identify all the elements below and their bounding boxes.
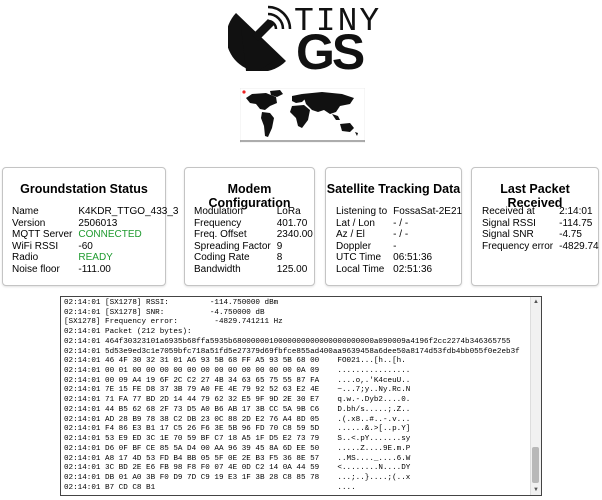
row-label: Lat / Lon (336, 217, 375, 229)
row-label: Name (12, 206, 39, 217)
row-value: 2506013 (78, 217, 118, 229)
row-label: Modulation (194, 206, 243, 217)
row-label: Coding Rate (194, 252, 250, 264)
row-label: MQTT Server (12, 229, 73, 241)
row-label: WiFi RSSI (12, 240, 59, 252)
row-value: FossaSat-2E21 (393, 206, 463, 217)
row-label: Az / El (336, 229, 365, 241)
row-value: -114.75 (559, 217, 593, 229)
modem-table: Modulation LoRa Frequency 401.70 Freq. Off… (194, 206, 313, 276)
row-label: Bandwidth (194, 263, 241, 275)
row-value: 06:51:36 (393, 252, 433, 264)
last-packet-card: Last Packet Received Received at 2:14:01 … (471, 167, 599, 286)
scroll-up-arrow-icon[interactable]: ▲ (531, 297, 541, 307)
row-value: -4829.74 (559, 240, 599, 252)
row-label: Freq. Offset (194, 229, 247, 241)
logo-word-gs: GS (296, 24, 365, 80)
row-label: Local Time (336, 263, 385, 275)
row-value: 9 (276, 240, 283, 252)
row-value: 401.70 (276, 217, 308, 229)
packet-table: Received at 2:14:01 Signal RSSI -114.75 Si… (482, 206, 599, 252)
row-value: 125.00 (276, 263, 308, 275)
row-value: -4.75 (559, 229, 582, 241)
row-value: -60 (78, 240, 93, 252)
satellite-dish-icon (228, 5, 292, 71)
row-value: - (393, 240, 397, 252)
row-label: Doppler (336, 240, 372, 252)
mqtt-status-value: CONNECTED (78, 229, 142, 241)
card-title: Satellite Tracking Data (326, 182, 461, 196)
groundstation-status-card: Groundstation Status Name K4KDR_TTGO_433_… (2, 167, 178, 286)
row-value: - / - (393, 229, 409, 241)
tinygs-logo: TINY GS (228, 3, 379, 77)
console-output[interactable]: 02:14:01 [SX1278] RSSI: -114.750000 dBm … (61, 297, 541, 495)
radio-status-value: READY (78, 252, 113, 264)
row-label: Spreading Factor (194, 240, 271, 252)
scrollbar-thumb[interactable] (532, 447, 539, 483)
row-label: Radio (12, 252, 39, 264)
row-label: Version (12, 217, 46, 229)
row-value: 8 (276, 252, 283, 264)
row-label: Signal RSSI (482, 217, 536, 229)
row-label: Noise floor (12, 263, 60, 275)
row-value: K4KDR_TTGO_433_3 (78, 206, 179, 217)
row-label: Frequency (194, 217, 242, 229)
row-label: Listening to (336, 206, 388, 217)
serial-console[interactable]: 02:14:01 [SX1278] RSSI: -114.750000 dBm … (60, 296, 542, 496)
console-scrollbar[interactable]: ▲ ▼ (530, 297, 541, 495)
scroll-down-arrow-icon[interactable]: ▼ (531, 485, 541, 495)
row-label: UTC Time (336, 252, 381, 264)
row-label: Signal SNR (482, 229, 534, 241)
card-title: Groundstation Status (20, 182, 148, 196)
row-value: 2:14:01 (559, 206, 593, 217)
satellite-tracking-card: Satellite Tracking Data Listening to Foss… (325, 167, 462, 286)
row-label: Received at (482, 206, 535, 217)
row-value: - / - (393, 217, 409, 229)
world-map (239, 87, 366, 144)
row-value: -111.00 (78, 263, 111, 275)
modem-configuration-card: Modem Configuration Modulation LoRa Frequ… (184, 167, 315, 286)
row-value: 2340.00 (276, 229, 313, 241)
row-value: 02:51:36 (393, 263, 433, 275)
row-value: LoRa (276, 206, 301, 217)
satellite-table: Listening to FossaSat-2E21 Lat / Lon - / -… (336, 206, 462, 276)
groundstation-table: Name K4KDR_TTGO_433_3 Version 2506013 MQTT… (12, 206, 178, 276)
row-label: Frequency error (482, 240, 554, 252)
